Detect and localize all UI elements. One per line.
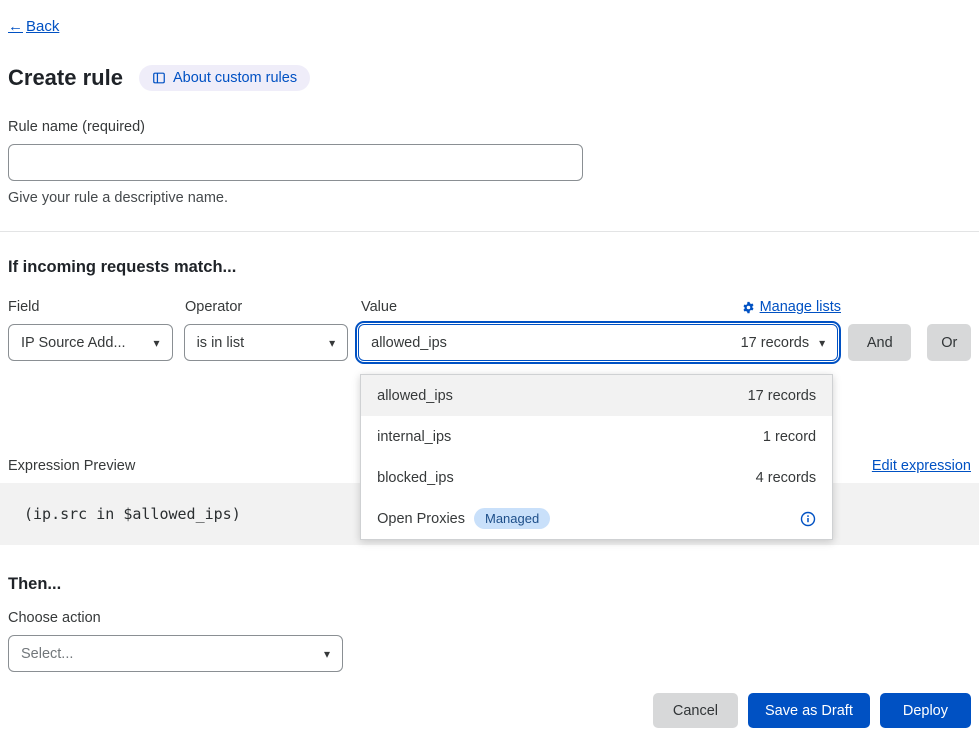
list-option-allowed-ips[interactable]: allowed_ips 17 records	[361, 375, 832, 416]
list-option-meta: 4 records	[756, 470, 816, 486]
create-rule-page: ← Back Create rule About custom rules Ru…	[0, 0, 979, 739]
rule-name-label: Rule name (required)	[8, 119, 971, 135]
cancel-button[interactable]: Cancel	[653, 693, 738, 728]
value-column-label: Value	[361, 299, 397, 315]
info-icon[interactable]	[800, 511, 816, 527]
field-select[interactable]: IP Source Add... ▾	[8, 324, 173, 361]
action-select-placeholder: Select...	[21, 646, 73, 662]
manage-lists-link[interactable]: Manage lists	[742, 299, 841, 315]
then-section-title: Then...	[8, 575, 971, 594]
back-link[interactable]: ← Back	[8, 18, 59, 35]
value-dropdown-menu: allowed_ips 17 records internal_ips 1 re…	[360, 374, 833, 540]
chevron-down-icon: ▾	[329, 336, 335, 350]
or-button[interactable]: Or	[927, 324, 971, 361]
footer-actions: Cancel Save as Draft Deploy	[8, 693, 971, 728]
operator-select[interactable]: is in list ▾	[184, 324, 349, 361]
edit-expression-link[interactable]: Edit expression	[872, 458, 971, 474]
back-label: Back	[26, 18, 59, 35]
field-select-value: IP Source Add...	[21, 335, 126, 351]
about-custom-rules-link[interactable]: About custom rules	[139, 65, 310, 91]
deploy-button[interactable]: Deploy	[880, 693, 971, 728]
divider	[0, 231, 979, 232]
title-row: Create rule About custom rules	[8, 65, 971, 91]
page-title: Create rule	[8, 65, 123, 91]
manage-lists-label: Manage lists	[760, 299, 841, 315]
chevron-down-icon: ▾	[819, 336, 825, 350]
list-option-meta: 1 record	[763, 429, 816, 445]
list-option-meta: 17 records	[748, 388, 817, 404]
choose-action-label: Choose action	[8, 610, 971, 626]
list-option-name: allowed_ips	[377, 388, 453, 404]
gear-icon	[742, 301, 755, 314]
save-as-draft-button[interactable]: Save as Draft	[748, 693, 870, 728]
match-section-title: If incoming requests match...	[8, 258, 971, 277]
chevron-down-icon: ▾	[154, 336, 160, 350]
managed-badge: Managed	[474, 508, 550, 529]
value-select-wrapper: allowed_ips 17 records ▾ allowed_ips 17 …	[358, 324, 838, 361]
value-select-records: 17 records	[741, 335, 810, 351]
match-labels-row: Field Operator Value Manage lists	[8, 299, 841, 315]
list-option-blocked-ips[interactable]: blocked_ips 4 records	[361, 457, 832, 498]
action-select[interactable]: Select... ▾	[8, 635, 343, 672]
rule-name-input[interactable]	[8, 144, 583, 181]
match-selects-row: IP Source Add... ▾ is in list ▾ allowed_…	[8, 324, 971, 361]
book-icon	[152, 71, 166, 85]
field-column-label: Field	[8, 299, 185, 315]
list-option-name: blocked_ips	[377, 470, 454, 486]
value-select[interactable]: allowed_ips 17 records ▾	[358, 324, 838, 361]
list-option-name: Open Proxies	[377, 511, 465, 527]
and-button[interactable]: And	[848, 324, 911, 361]
expression-code: (ip.src in $allowed_ips)	[24, 505, 241, 523]
chevron-down-icon: ▾	[324, 647, 330, 661]
expression-preview-label: Expression Preview	[8, 458, 135, 474]
back-arrow-icon: ←	[8, 18, 23, 35]
list-option-open-proxies[interactable]: Open Proxies Managed	[361, 498, 832, 539]
operator-select-value: is in list	[197, 335, 245, 351]
about-custom-rules-label: About custom rules	[173, 70, 297, 86]
rule-name-help: Give your rule a descriptive name.	[8, 190, 971, 206]
list-option-name: internal_ips	[377, 429, 451, 445]
value-select-value: allowed_ips	[371, 335, 447, 351]
list-option-internal-ips[interactable]: internal_ips 1 record	[361, 416, 832, 457]
operator-column-label: Operator	[185, 299, 361, 315]
